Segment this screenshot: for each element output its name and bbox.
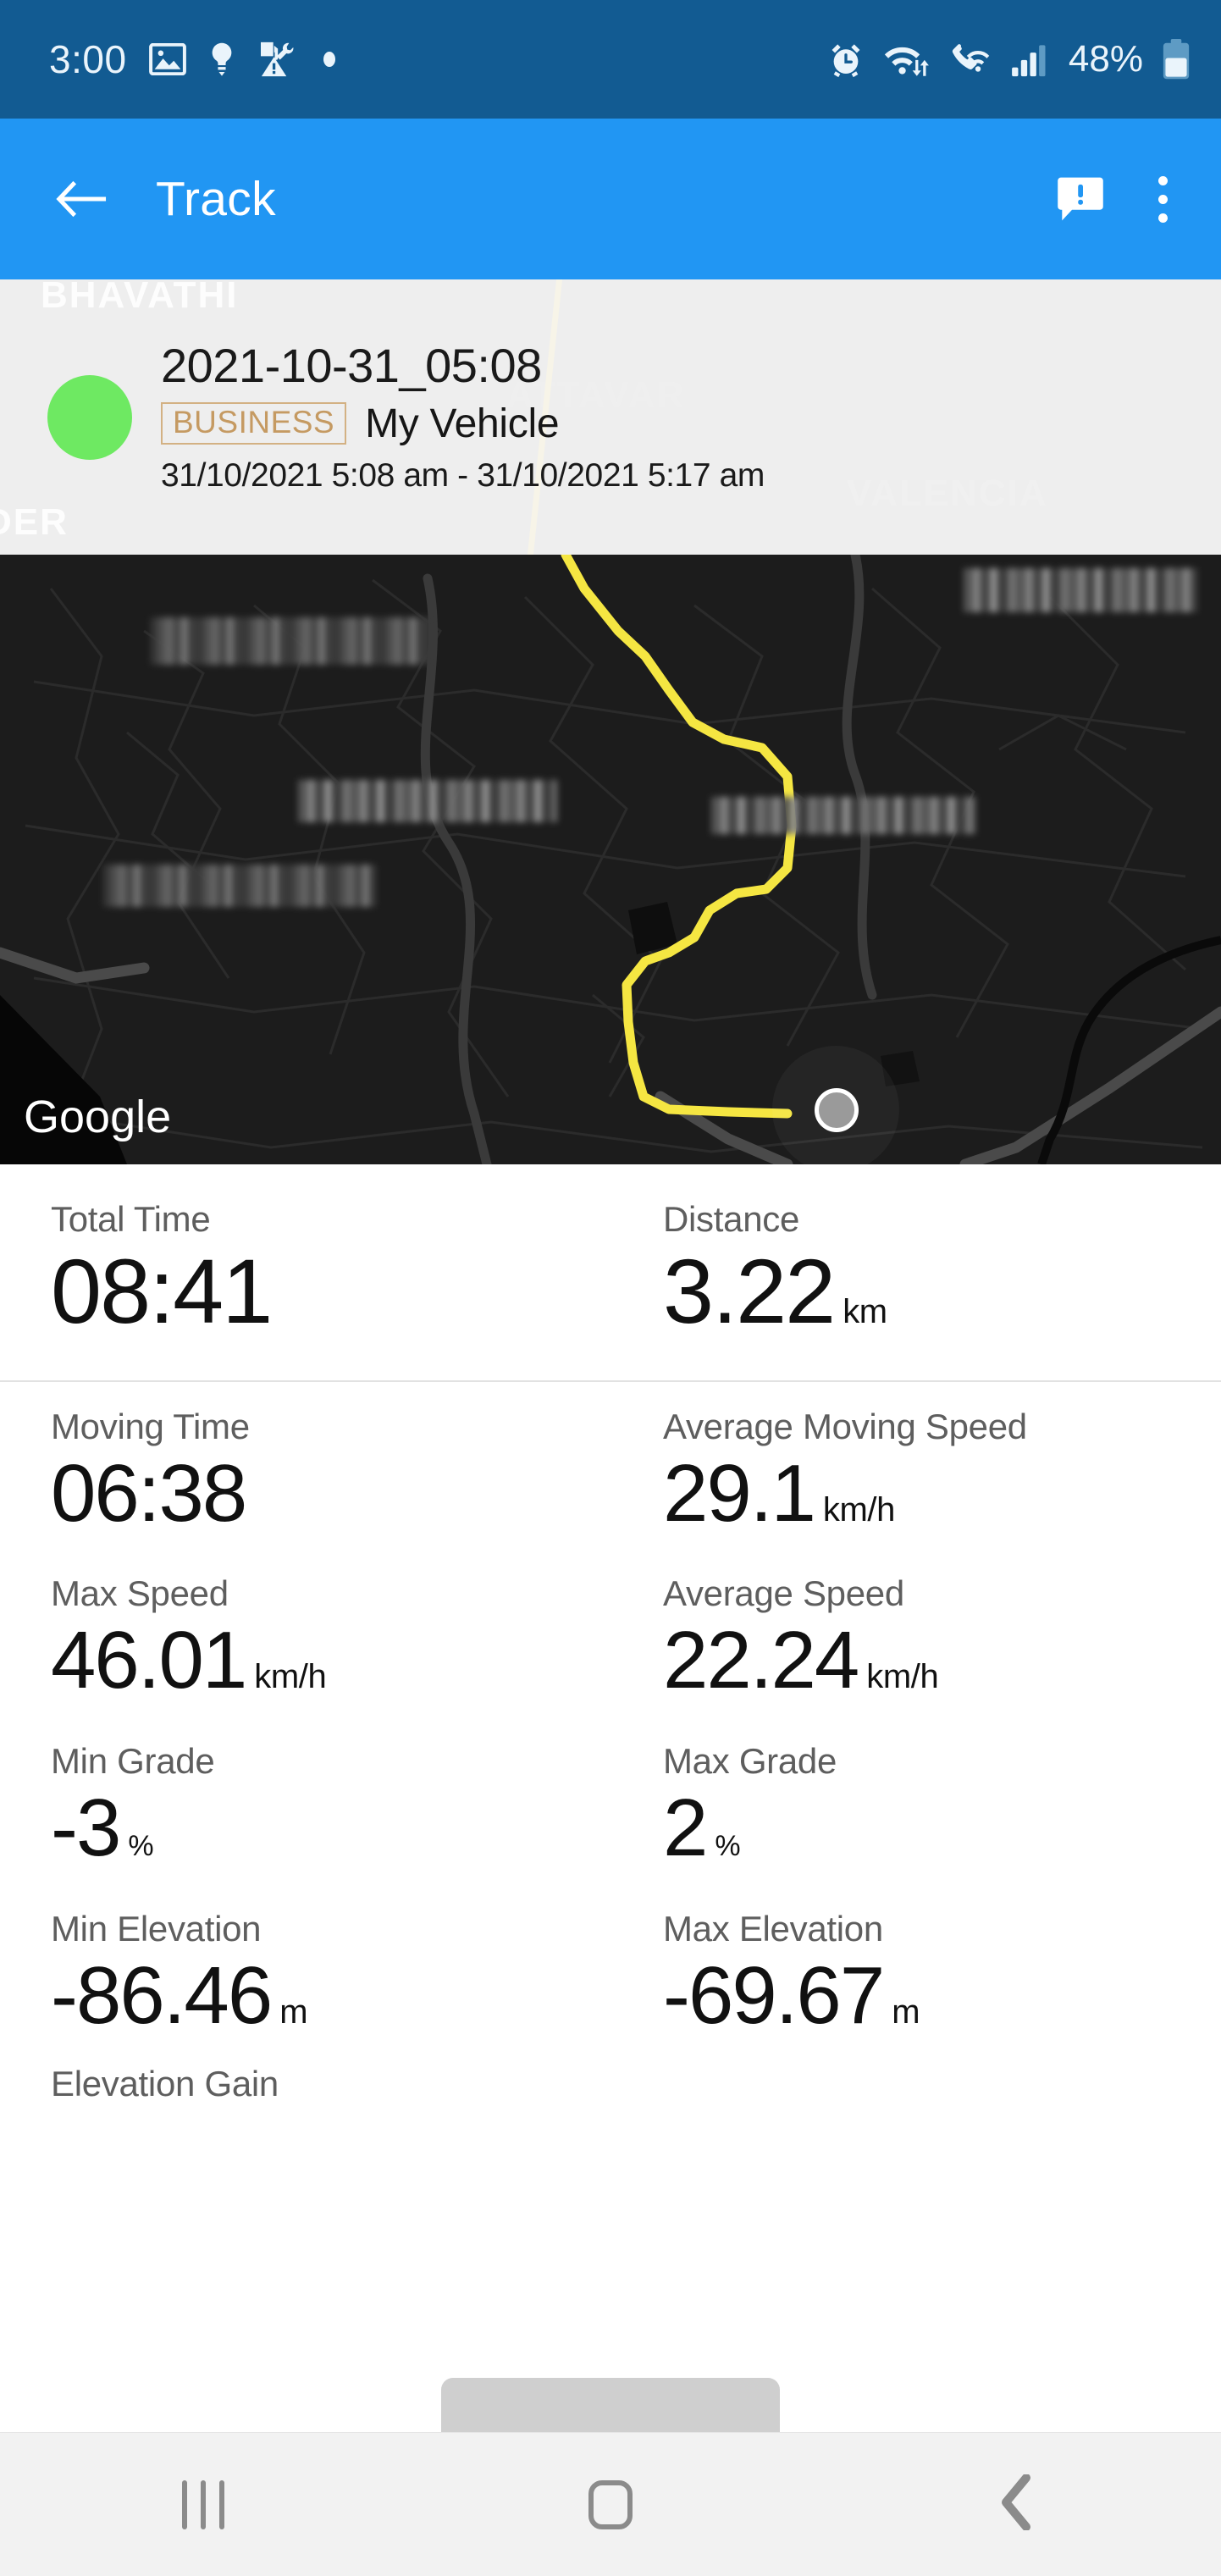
back-chevron-icon [1001, 2474, 1035, 2535]
home-icon [588, 2479, 633, 2529]
stat-value: 3.22 [663, 1240, 836, 1342]
ghost-label-1: DER [0, 501, 69, 543]
stat-value: 46.01 [51, 1615, 247, 1706]
stat-cell-min-elevation: Min Elevation -86.46 m [0, 1908, 610, 2041]
stat-cell-average-speed: Average Speed 22.24 km/h [610, 1576, 1221, 1705]
stat-value: 06:38 [51, 1447, 247, 1539]
stat-label: Total Time [51, 1199, 211, 1239]
stat-label: Min Grade [51, 1740, 215, 1781]
track-date-range: 31/10/2021 5:08 am - 31/10/2021 5:17 am [161, 456, 765, 494]
stat-unit: km/h [254, 1658, 327, 1696]
redacted-map-label [151, 617, 432, 665]
stat-row-partial: Elevation Gain [0, 2051, 1221, 2102]
stat-row-primary: Total Time 08:41 Distance 3.22 km [0, 1164, 1221, 1380]
wifi-calling-icon [950, 41, 992, 78]
stat-cell-elevation-gain: Elevation Gain [0, 2066, 610, 2102]
back-button[interactable] [933, 2454, 1102, 2556]
redacted-map-label [711, 797, 975, 834]
track-title: 2021-10-31_05:08 [161, 339, 542, 393]
signal-bars-icon [1011, 41, 1050, 77]
stat-cell-average-moving-speed: Average Moving Speed 29.1 km/h [610, 1406, 1221, 1539]
stat-label: Min Elevation [51, 1908, 262, 1949]
stat-value: -86.46 [51, 1949, 273, 2041]
status-bar: 3:00 48% [0, 0, 1221, 119]
stat-unit: % [128, 1829, 154, 1862]
stat-cell-moving-time: Moving Time 06:38 [0, 1406, 610, 1539]
redacted-map-label [298, 780, 557, 822]
ghost-label-3: VALENCIA [847, 473, 1048, 514]
track-meta-row: BUSINESS My Vehicle [161, 401, 765, 447]
stat-value: 2 [663, 1782, 708, 1873]
track-color-marker [47, 374, 132, 460]
stat-value: -69.67 [663, 1949, 885, 2041]
stat-unit: km/h [822, 1490, 895, 1528]
stat-label: Distance [663, 1199, 800, 1239]
vehicle-name: My Vehicle [365, 401, 560, 446]
stat-row: Max Speed 46.01 km/h Average Speed 22.24… [0, 1549, 1221, 1716]
feedback-icon[interactable] [1048, 167, 1113, 231]
stat-row: Moving Time 06:38 Average Moving Speed 2… [0, 1382, 1221, 1550]
stat-label: Average Speed [663, 1573, 904, 1614]
stat-label: Elevation Gain [51, 2064, 279, 2104]
overflow-menu-icon[interactable] [1141, 167, 1184, 231]
stat-label: Moving Time [51, 1406, 250, 1446]
status-badge: BUSINESS [161, 402, 347, 445]
stat-cell-max-speed: Max Speed 46.01 km/h [0, 1576, 610, 1705]
stat-unit: m [279, 1993, 308, 2031]
track-header[interactable]: BHAVATHI DER ATTAVAR VALENCIA 2021-10-31… [0, 279, 1221, 555]
stat-row: Min Elevation -86.46 m Max Elevation -69… [0, 1884, 1221, 2052]
stat-row: Min Grade -3 % Max Grade 2 % [0, 1716, 1221, 1884]
system-nav-bar [0, 2432, 1221, 2576]
phone-screen: 3:00 48% Track BHAVATHI ER ATTAVAR VALEN… [0, 0, 1221, 2576]
status-bar-right: 48% [828, 38, 1191, 80]
lightbulb-icon [208, 41, 235, 77]
map-end-marker[interactable] [815, 1088, 859, 1132]
page-title: Track [156, 172, 276, 226]
redacted-map-label [964, 568, 1197, 612]
track-header-text: 2021-10-31_05:08 BUSINESS My Vehicle 31/… [161, 339, 765, 495]
stat-unit: km/h [866, 1658, 939, 1696]
status-bar-left: 3:00 [49, 36, 335, 82]
home-button[interactable] [526, 2454, 695, 2556]
stat-value: 22.24 [663, 1615, 859, 1706]
status-clock: 3:00 [49, 37, 127, 81]
fuel-maintenance-icon [257, 41, 301, 78]
stat-cell-max-grade: Max Grade 2 % [610, 1740, 1221, 1873]
stat-label: Max Speed [51, 1573, 229, 1614]
ghost-label-0: BHAVATHI [41, 279, 239, 316]
stat-value: -3 [51, 1782, 121, 1873]
stat-value: 29.1 [663, 1447, 816, 1539]
image-icon [148, 43, 186, 75]
google-attribution: Google [24, 1090, 190, 1146]
recents-icon [182, 2479, 225, 2529]
stat-cell-distance: Distance 3.22 km [610, 1202, 1221, 1341]
wifi-data-icon [882, 41, 931, 78]
alarm-icon [828, 41, 864, 78]
stat-cell-max-elevation: Max Elevation -69.67 m [610, 1908, 1221, 2041]
recents-button[interactable] [119, 2454, 288, 2556]
back-arrow-icon[interactable] [51, 169, 112, 229]
stat-unit: m [892, 1993, 920, 2031]
stat-label: Average Moving Speed [663, 1406, 1027, 1446]
stat-unit: km [843, 1293, 887, 1330]
stat-value: 08:41 [51, 1240, 273, 1342]
battery-icon [1162, 39, 1191, 80]
battery-percent-label: 48% [1068, 38, 1143, 80]
scroll-indicator[interactable] [441, 2378, 780, 2432]
stat-cell-total-time: Total Time 08:41 [0, 1202, 610, 1341]
stat-label: Max Elevation [663, 1908, 883, 1949]
stat-cell-min-grade: Min Grade -3 % [0, 1740, 610, 1873]
dot-icon [323, 52, 335, 67]
app-bar: Track [0, 119, 1221, 279]
map-view[interactable]: Google [0, 555, 1221, 1164]
stat-unit: % [715, 1829, 741, 1862]
stats-panel[interactable]: Total Time 08:41 Distance 3.22 km Moving… [0, 1164, 1221, 2432]
redacted-map-label [103, 865, 376, 907]
svg-text:Google: Google [24, 1092, 171, 1142]
stat-label: Max Grade [663, 1740, 837, 1781]
